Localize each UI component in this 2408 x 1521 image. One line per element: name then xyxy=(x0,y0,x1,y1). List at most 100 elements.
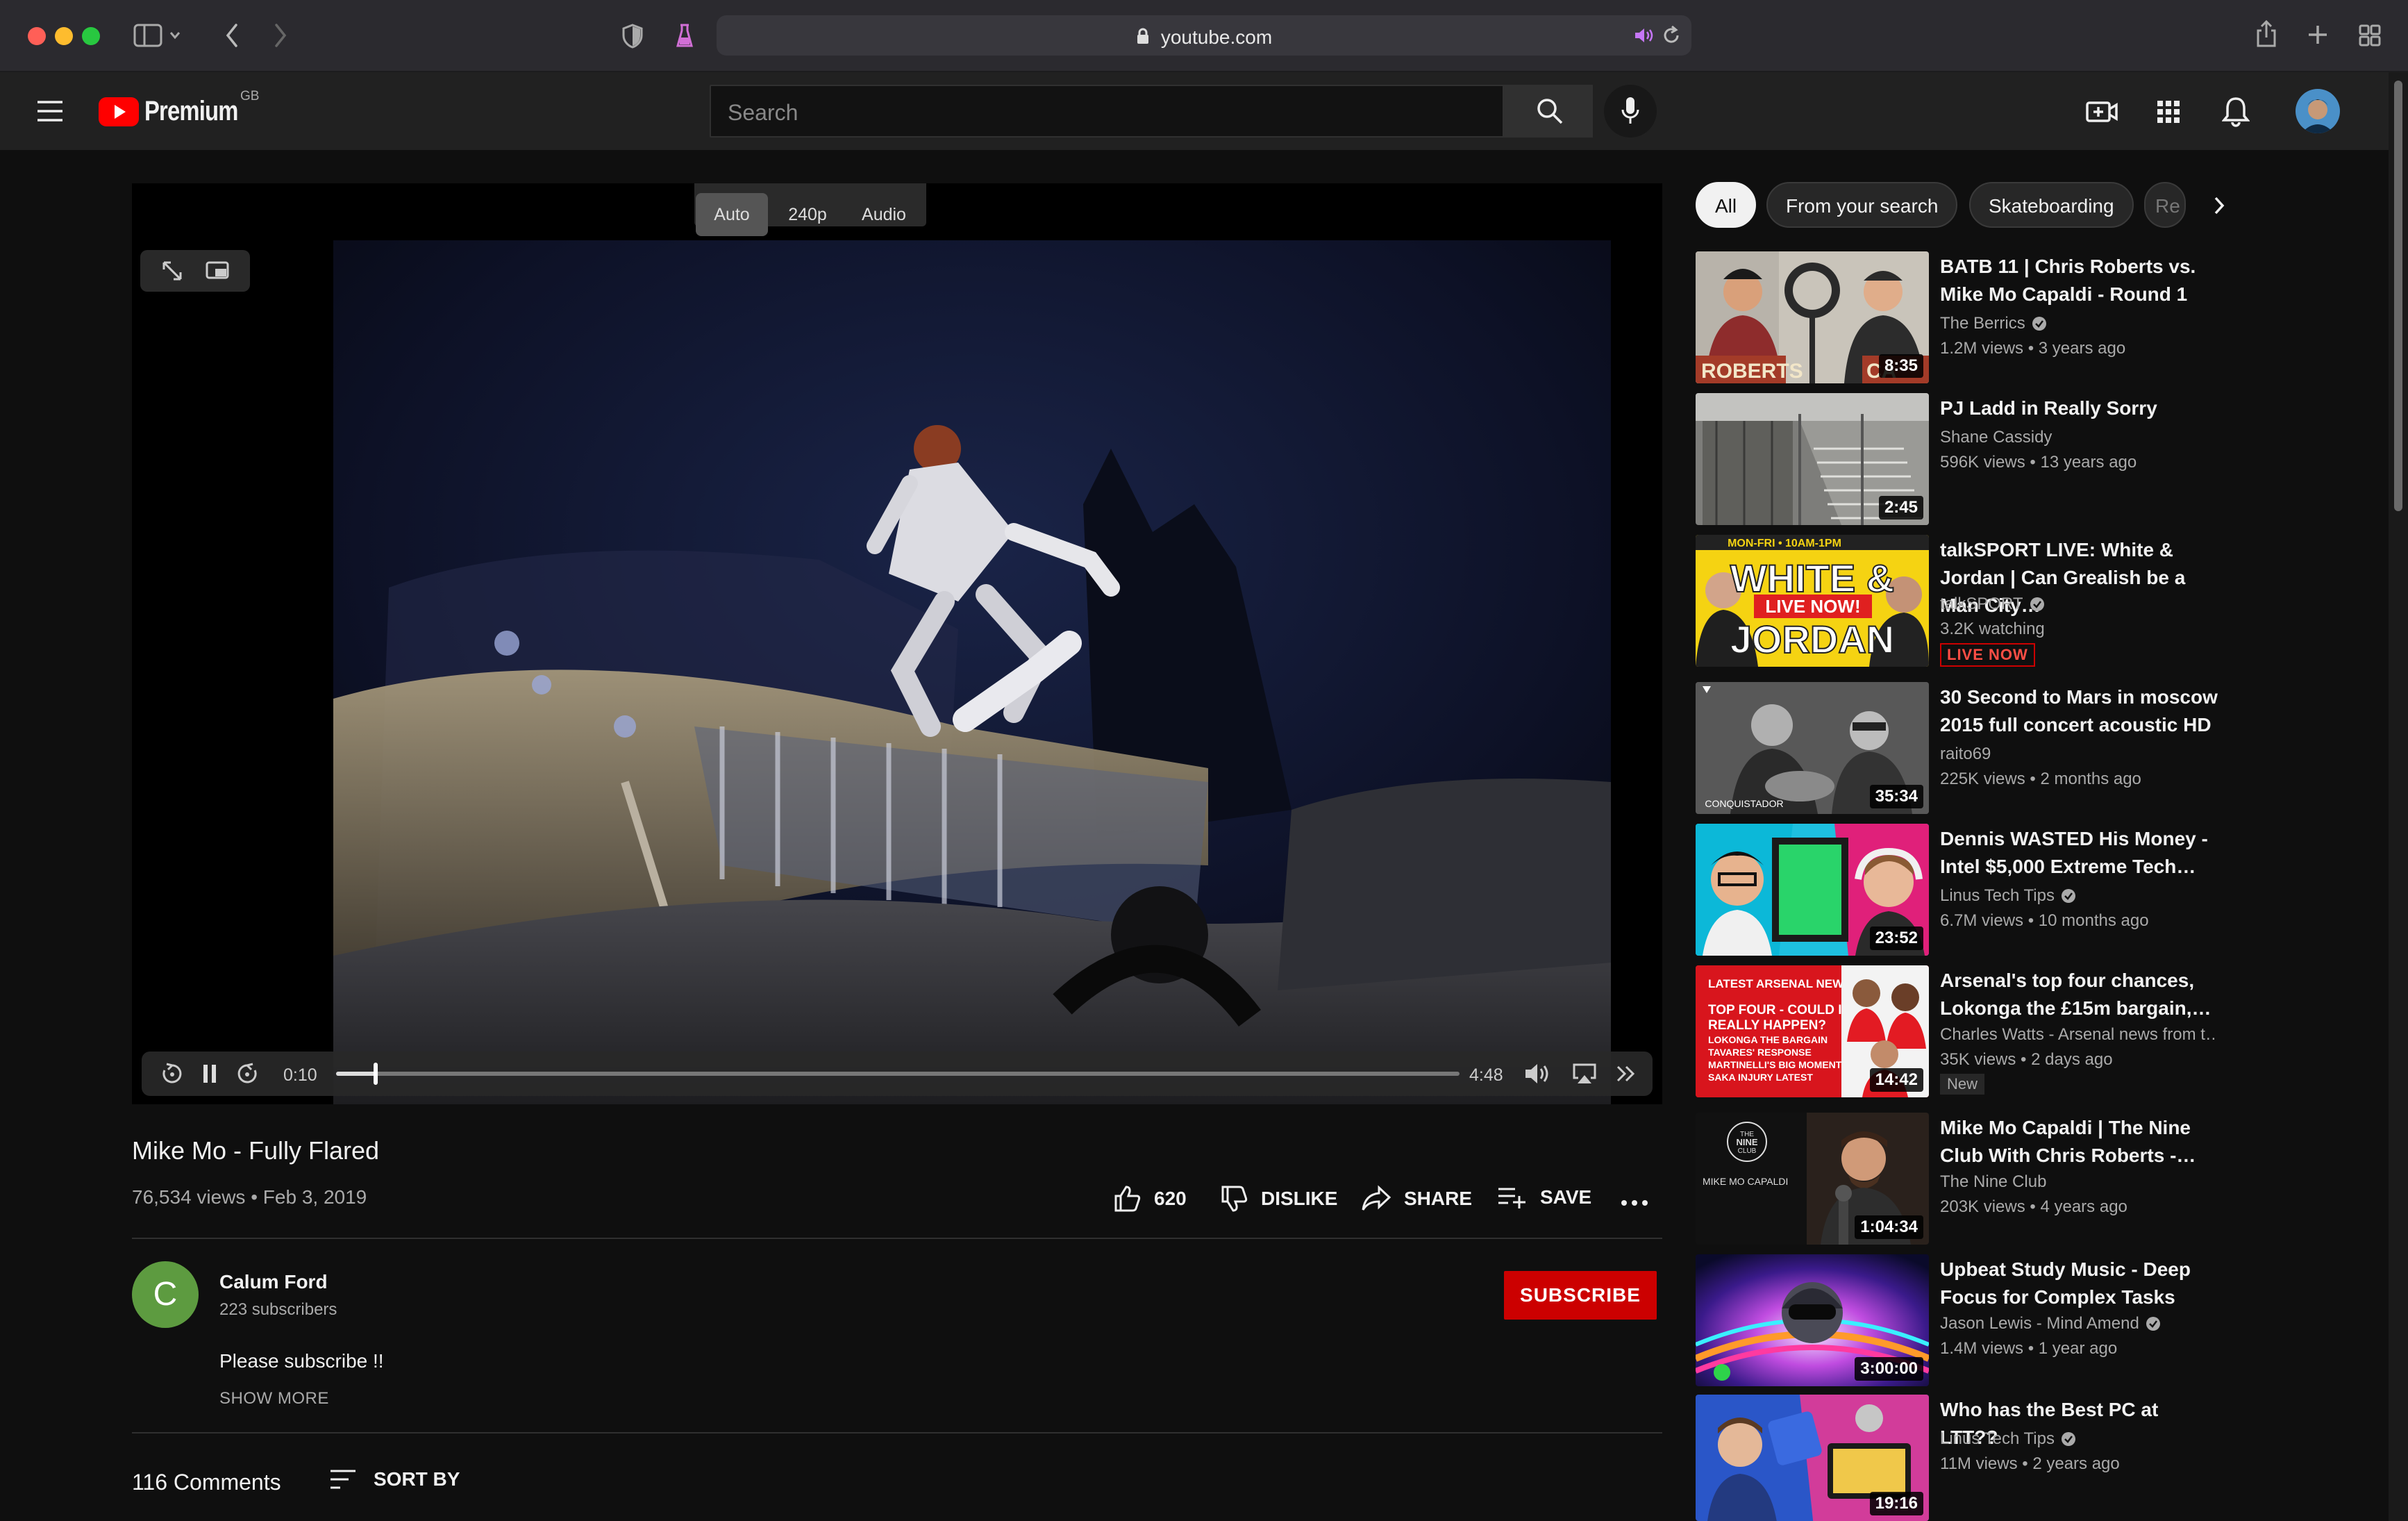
channel-name[interactable]: raito69 xyxy=(1940,745,1991,764)
chip-from-your-search[interactable]: From your search xyxy=(1766,182,1958,228)
video-thumbnail[interactable]: LATEST ARSENAL NEWS TOP FOUR - COULD IT … xyxy=(1696,965,1929,1097)
quality-option-240p[interactable]: 240p xyxy=(771,193,844,236)
audio-playing-icon[interactable] xyxy=(1633,26,1655,44)
sort-label: SORT BY xyxy=(374,1468,460,1490)
subscribe-button[interactable]: SUBSCRIBE xyxy=(1504,1271,1657,1320)
recommendation-title[interactable]: BATB 11 | Chris Roberts vs. Mike Mo Capa… xyxy=(1940,253,2218,308)
search-input[interactable]: Search xyxy=(710,85,1504,138)
video-thumbnail[interactable]: THE NINE CLUB MIKE MO CAPALDI 1:04:34 xyxy=(1696,1113,1929,1245)
address-bar[interactable]: youtube.com xyxy=(717,15,1691,56)
page-scrollbar[interactable] xyxy=(2389,72,2408,1521)
chip-partial[interactable]: Re xyxy=(2144,182,2186,228)
verified-check-icon xyxy=(2030,597,2044,611)
notifications-bell-icon[interactable] xyxy=(2222,96,2250,128)
save-button[interactable]: SAVE xyxy=(1497,1185,1591,1210)
apps-icon[interactable] xyxy=(2157,100,2180,124)
thumbnail-image: MON-FRI • 10AM-1PM WHITE & LIVE NOW! JOR… xyxy=(1696,535,1929,667)
extension-icon[interactable] xyxy=(674,21,696,50)
thumb-text-roberts: ROBERTS xyxy=(1701,360,1803,383)
channel-name[interactable]: Shane Cassidy xyxy=(1940,428,2052,447)
recommendation-item[interactable]: LATEST ARSENAL NEWS TOP FOUR - COULD IT … xyxy=(1696,965,2223,1102)
save-playlist-icon xyxy=(1498,1188,1525,1208)
subscriber-count: 223 subscribers xyxy=(219,1300,337,1319)
video-thumbnail[interactable]: 19:16 xyxy=(1696,1395,1929,1521)
recommendation-item[interactable]: 2:45 PJ Ladd in Really Sorry Shane Cassi… xyxy=(1696,393,2223,529)
menu-icon[interactable] xyxy=(36,100,64,122)
channel-name[interactable]: The Nine Club xyxy=(1940,1172,2046,1192)
reload-icon[interactable] xyxy=(1661,25,1682,46)
recommendation-channel[interactable]: Linus Tech Tips xyxy=(1940,1429,2077,1449)
chip-skateboarding[interactable]: Skateboarding xyxy=(1969,182,2134,228)
pause-icon[interactable] xyxy=(201,1063,218,1085)
video-title: Mike Mo - Fully Flared xyxy=(132,1136,380,1165)
verified-check-icon xyxy=(2062,889,2075,903)
more-actions-icon[interactable] xyxy=(1621,1199,1648,1207)
search-button[interactable] xyxy=(1504,85,1593,138)
show-more-button[interactable]: SHOW MORE xyxy=(219,1389,329,1408)
picture-in-picture-icon[interactable] xyxy=(206,261,231,282)
back-icon[interactable] xyxy=(224,22,240,49)
share-icon[interactable] xyxy=(2255,19,2277,49)
recommendation-item[interactable]: MON-FRI • 10AM-1PM WHITE & LIVE NOW! JOR… xyxy=(1696,535,2223,671)
recommendation-item[interactable]: 3:00:00 Upbeat Study Music - Deep Focus … xyxy=(1696,1254,2223,1390)
recommendation-item[interactable]: 19:16 Who has the Best PC at LTT?? Linus… xyxy=(1696,1395,2223,1521)
recommendation-channel[interactable]: The Berrics xyxy=(1940,314,2048,333)
zoom-window-button[interactable] xyxy=(82,27,100,45)
close-window-button[interactable] xyxy=(28,27,46,45)
chevron-right-icon[interactable] xyxy=(2209,194,2229,217)
forward-icon[interactable] xyxy=(272,22,289,49)
video-thumbnail[interactable]: CONQUISTADOR 35:34 xyxy=(1696,682,1929,814)
thumb-text-schedule: MON-FRI • 10AM-1PM xyxy=(1728,538,1841,549)
minimize-window-button[interactable] xyxy=(55,27,73,45)
duration: 4:48 xyxy=(1469,1065,1503,1085)
recommendation-title[interactable]: Mike Mo Capaldi | The Nine Club With Chr… xyxy=(1940,1114,2218,1170)
channel-name[interactable]: Calum Ford xyxy=(219,1271,328,1293)
recommendation-item[interactable]: ROBERTS CA 8:35 BATB 11 | Chris Roberts … xyxy=(1696,251,2223,388)
video-thumbnail[interactable]: 3:00:00 xyxy=(1696,1254,1929,1386)
recommendation-item[interactable]: CONQUISTADOR 35:34 30 Second to Mars in … xyxy=(1696,682,2223,818)
skip-back-15-icon[interactable] xyxy=(161,1063,183,1085)
recommendation-item[interactable]: 23:52 Dennis WASTED His Money - Intel $5… xyxy=(1696,824,2223,960)
sort-comments-button[interactable]: SORT BY xyxy=(329,1468,460,1490)
recommendation-channel[interactable]: Jason Lewis - Mind Amend xyxy=(1940,1314,2162,1333)
recommendation-channel[interactable]: talkSPORT xyxy=(1940,595,2046,614)
voice-search-button[interactable] xyxy=(1604,85,1657,138)
progress-scrubber[interactable] xyxy=(373,1063,378,1085)
tab-overview-icon[interactable] xyxy=(2358,24,2382,47)
recommendation-title[interactable]: Arsenal's top four chances, Lokonga the … xyxy=(1940,967,2218,1022)
channel-avatar[interactable]: C xyxy=(132,1261,199,1328)
progress-bar[interactable] xyxy=(336,1063,1460,1085)
recommendation-title[interactable]: 30 Second to Mars in moscow 2015 full co… xyxy=(1940,683,2218,739)
video-thumbnail[interactable]: 23:52 xyxy=(1696,824,1929,956)
recommendation-item[interactable]: THE NINE CLUB MIKE MO CAPALDI 1:04:34 Mi… xyxy=(1696,1113,2223,1249)
youtube-play-logo-icon xyxy=(99,97,139,126)
quality-option-auto[interactable]: Auto xyxy=(696,193,768,236)
skip-forward-30-icon[interactable] xyxy=(236,1063,258,1085)
fullscreen-expand-icon[interactable] xyxy=(161,260,183,282)
video-thumbnail[interactable]: 2:45 xyxy=(1696,393,1929,525)
recommendation-title[interactable]: Upbeat Study Music - Deep Focus for Comp… xyxy=(1940,1256,2218,1311)
privacy-shield-icon[interactable] xyxy=(621,24,644,49)
channel-name[interactable]: Charles Watts - Arsenal news from t… xyxy=(1940,1025,2218,1045)
recommendation-channel[interactable]: Linus Tech Tips xyxy=(1940,886,2077,906)
more-controls-icon[interactable] xyxy=(1615,1063,1637,1085)
sidebar-toggle-icon[interactable] xyxy=(133,24,182,47)
video-player[interactable]: Auto 240p Audio 0:10 4:48 xyxy=(132,183,1662,1104)
chip-all[interactable]: All xyxy=(1696,182,1757,228)
quality-option-audio[interactable]: Audio xyxy=(846,193,922,236)
recommendation-title[interactable]: Dennis WASTED His Money - Intel $5,000 E… xyxy=(1940,825,2218,881)
dislike-button[interactable]: DISLIKE xyxy=(1221,1185,1337,1213)
like-count: 620 xyxy=(1154,1188,1187,1209)
airplay-icon[interactable] xyxy=(1572,1063,1597,1085)
share-button[interactable]: SHARE xyxy=(1361,1185,1472,1213)
account-avatar[interactable] xyxy=(2296,89,2340,133)
create-video-icon[interactable] xyxy=(2086,99,2118,125)
video-thumbnail[interactable]: ROBERTS CA 8:35 xyxy=(1696,251,1929,383)
new-tab-icon[interactable] xyxy=(2307,24,2329,46)
video-thumbnail[interactable]: MON-FRI • 10AM-1PM WHITE & LIVE NOW! JOR… xyxy=(1696,535,1929,667)
youtube-logo[interactable]: Premium xyxy=(99,96,258,127)
volume-icon[interactable] xyxy=(1523,1061,1555,1086)
recommendation-title[interactable]: PJ Ladd in Really Sorry xyxy=(1940,394,2218,422)
scrollbar-thumb[interactable] xyxy=(2394,81,2402,511)
like-button[interactable]: 620 xyxy=(1114,1185,1187,1213)
